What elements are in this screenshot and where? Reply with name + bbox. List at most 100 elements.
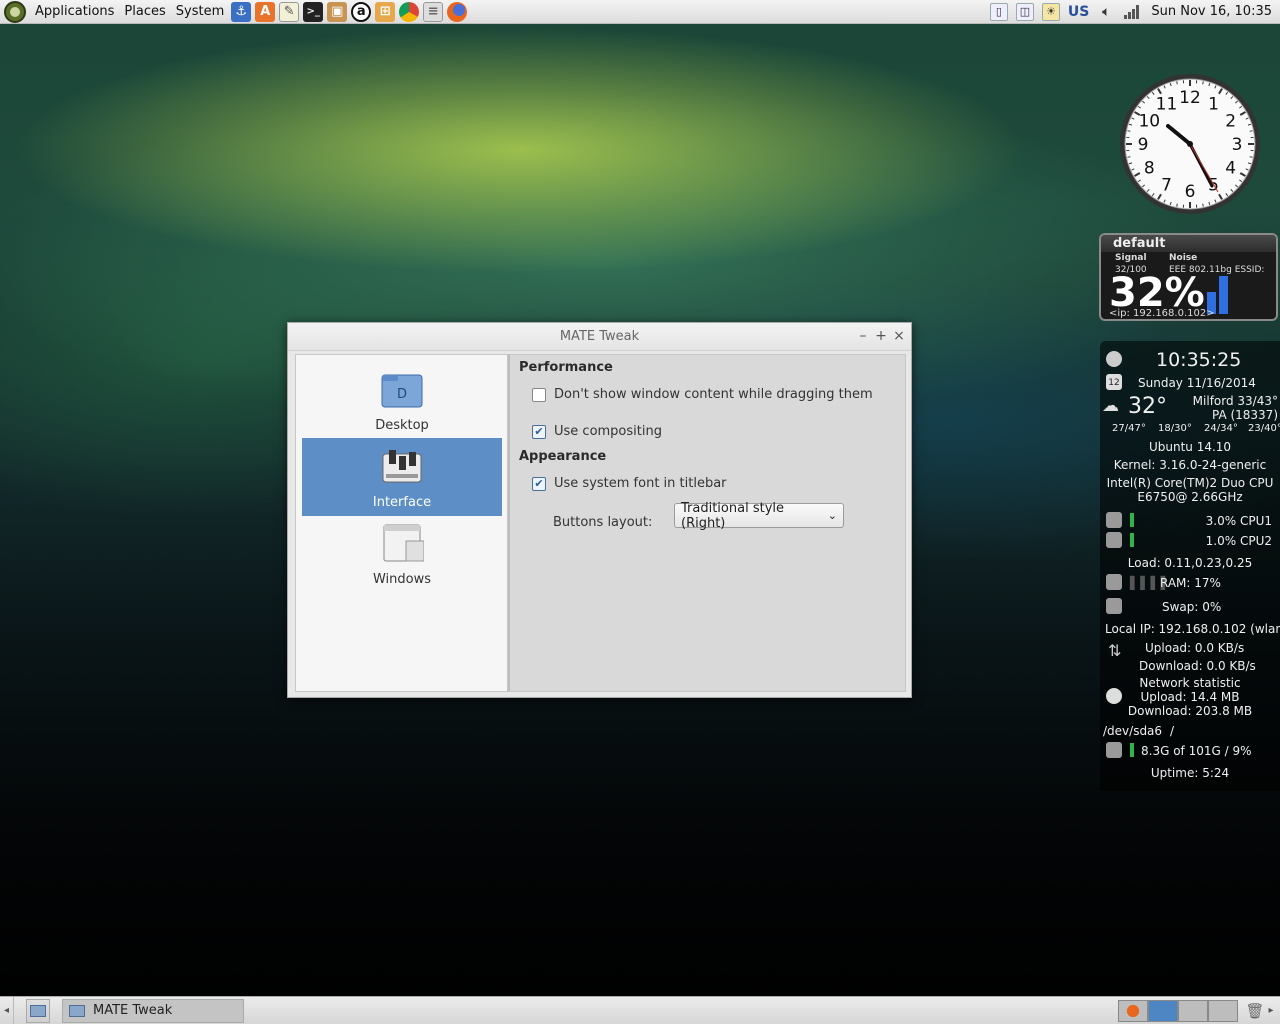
workspace-3[interactable] bbox=[1178, 999, 1208, 1022]
conky-date: Sunday 11/16/2014 bbox=[1138, 376, 1256, 390]
panel-hide-left-icon[interactable]: ◂ bbox=[0, 996, 14, 1024]
mate-tweak-window: MATE Tweak – + × D Desktop Interface Win… bbox=[287, 322, 912, 698]
cpu-icon bbox=[1106, 532, 1122, 548]
conky-download: Download: 0.0 KB/s bbox=[1139, 659, 1256, 673]
trash-icon[interactable]: 🗑︎ bbox=[1244, 1000, 1266, 1022]
mate-logo-icon[interactable] bbox=[4, 0, 26, 23]
applications-menu[interactable]: Applications bbox=[30, 0, 119, 24]
volume-icon[interactable]: 🔈︎ bbox=[1097, 3, 1115, 21]
clock-icon bbox=[1106, 351, 1122, 367]
top-panel: Applications Places System ⚓ A ✎ >_ ▣ a … bbox=[0, 0, 1280, 24]
clock-number: 9 bbox=[1138, 135, 1149, 155]
places-menu[interactable]: Places bbox=[119, 0, 170, 24]
compositing-option[interactable]: ✔ Use compositing bbox=[532, 424, 662, 439]
taskbar-item-mate-tweak[interactable]: MATE Tweak bbox=[62, 998, 244, 1023]
conky-net-stat: Network statistic bbox=[1139, 676, 1241, 690]
conky-disk-mount: / bbox=[1170, 724, 1175, 738]
wifi-ip: <ip: 192.168.0.102> bbox=[1109, 308, 1215, 319]
firefox-icon[interactable] bbox=[447, 1, 468, 22]
conky-disk-dev: /dev/sda6 bbox=[1103, 724, 1163, 738]
performance-header: Performance bbox=[519, 360, 613, 375]
system-menu[interactable]: System bbox=[171, 0, 229, 24]
sidebar: D Desktop Interface Windows bbox=[295, 354, 508, 692]
windows-icon bbox=[383, 524, 424, 562]
panel-hide-right-icon[interactable]: ▸ bbox=[1266, 997, 1276, 1024]
workspace-2[interactable] bbox=[1148, 999, 1178, 1022]
window-titlebar[interactable]: MATE Tweak – + × bbox=[288, 323, 911, 351]
appearance-header: Appearance bbox=[519, 449, 607, 464]
forecast-2: 18/30° bbox=[1158, 423, 1192, 434]
anchor-launcher-icon[interactable]: ⚓ bbox=[231, 1, 252, 22]
software-center-icon[interactable]: A bbox=[255, 1, 276, 22]
conky-os: Ubuntu 14.10 bbox=[1148, 440, 1232, 454]
conky-kernel: Kernel: 3.16.0-24-generic bbox=[1113, 458, 1267, 472]
amazon-icon[interactable]: a bbox=[351, 1, 372, 22]
weather-tray-icon[interactable]: ☀ bbox=[1041, 2, 1060, 21]
keyboard-layout-indicator[interactable]: US bbox=[1068, 4, 1089, 20]
clock-number: 1 bbox=[1208, 94, 1219, 114]
chevron-down-icon: ⌄ bbox=[827, 509, 837, 522]
no-content-drag-label: Don't show window content while dragging… bbox=[554, 387, 873, 402]
system-font-checkbox[interactable]: ✔ bbox=[532, 476, 546, 491]
wifi-bar bbox=[1219, 276, 1228, 314]
system-font-label: Use system font in titlebar bbox=[554, 476, 727, 491]
settings-panel: Performance Don't show window content wh… bbox=[508, 354, 906, 692]
workspace-1[interactable] bbox=[1118, 999, 1148, 1022]
ram-icon bbox=[1106, 574, 1122, 590]
forecast-3: 24/34° bbox=[1204, 423, 1238, 434]
buttons-layout-dropdown[interactable]: Traditional style (Right) ⌄ bbox=[674, 500, 844, 531]
clock-tick bbox=[1202, 203, 1204, 207]
compositing-checkbox[interactable]: ✔ bbox=[532, 424, 546, 439]
cpu2-bar bbox=[1130, 533, 1134, 547]
workspace-4[interactable] bbox=[1208, 999, 1238, 1022]
conky-location-1: Milford 33/43° bbox=[1192, 394, 1278, 408]
up-down-arrows-icon: ⇅ bbox=[1108, 641, 1122, 660]
notes-tray-icon[interactable]: ▯ bbox=[989, 2, 1008, 21]
conky-ram: RAM: 17% bbox=[1160, 576, 1221, 590]
conky-cpu1: 3.0% CPU1 bbox=[1205, 514, 1272, 528]
chrome-icon[interactable] bbox=[399, 1, 420, 22]
maximize-button[interactable]: + bbox=[875, 329, 887, 343]
conky-net-download: Download: 203.8 MB bbox=[1127, 704, 1253, 718]
compositing-label: Use compositing bbox=[554, 424, 662, 439]
buttons-layout-value: Traditional style (Right) bbox=[681, 500, 784, 531]
terminal-icon[interactable]: >_ bbox=[303, 1, 324, 22]
show-desktop-button[interactable] bbox=[26, 998, 50, 1023]
screenshot-tray-icon[interactable]: ◫ bbox=[1015, 2, 1034, 21]
sidebar-item-desktop[interactable]: D Desktop bbox=[302, 361, 502, 439]
calendar-day: 12 bbox=[1108, 378, 1120, 388]
sidebar-item-windows[interactable]: Windows bbox=[302, 515, 502, 593]
sidebar-label-interface: Interface bbox=[372, 495, 432, 510]
clock-tick bbox=[1176, 203, 1178, 207]
system-font-option[interactable]: ✔ Use system font in titlebar bbox=[532, 476, 727, 491]
sidebar-item-interface[interactable]: Interface bbox=[302, 438, 502, 516]
conky-upload: Upload: 0.0 KB/s bbox=[1145, 641, 1245, 655]
conky-net-upload: Upload: 14.4 MB bbox=[1140, 690, 1240, 704]
text-editor-icon[interactable]: ✎ bbox=[279, 1, 300, 22]
signal-label: Signal bbox=[1115, 253, 1147, 263]
conky-time: 10:35:25 bbox=[1156, 349, 1242, 371]
close-button[interactable]: × bbox=[893, 329, 905, 343]
clock-number: 11 bbox=[1156, 94, 1178, 114]
no-content-drag-option[interactable]: Don't show window content while dragging… bbox=[532, 387, 873, 402]
package-icon[interactable]: ▣ bbox=[327, 1, 348, 22]
cpu1-bar bbox=[1130, 513, 1134, 527]
disk-bar bbox=[1130, 743, 1134, 757]
clock-number: 6 bbox=[1185, 182, 1196, 202]
conky-temp: 32° bbox=[1128, 394, 1167, 419]
minimize-button[interactable]: – bbox=[857, 329, 869, 343]
show-desktop-icon bbox=[30, 1004, 46, 1017]
calendar-icon: 12 bbox=[1106, 374, 1122, 390]
clock-tick bbox=[1176, 81, 1178, 85]
network-signal-icon[interactable] bbox=[1123, 3, 1141, 21]
clock-number: 7 bbox=[1161, 176, 1172, 196]
no-content-drag-checkbox[interactable] bbox=[532, 387, 546, 402]
conky-cpu-model-2: E6750@ 2.66GHz bbox=[1137, 490, 1243, 504]
archive-manager-icon[interactable]: ⊞ bbox=[375, 1, 396, 22]
files-icon[interactable]: ≡ bbox=[423, 1, 444, 22]
analog-clock-widget: 12 1234567891011 bbox=[1120, 74, 1260, 214]
clock-number: 3 bbox=[1232, 135, 1243, 155]
conky-load: Load: 0.11,0.23,0.25 bbox=[1127, 556, 1253, 570]
conky-monitor: 10:35:25 12 Sunday 11/16/2014 ☁ 32° Milf… bbox=[1100, 341, 1280, 791]
panel-clock[interactable]: Sun Nov 16, 10:35 bbox=[1151, 4, 1272, 19]
